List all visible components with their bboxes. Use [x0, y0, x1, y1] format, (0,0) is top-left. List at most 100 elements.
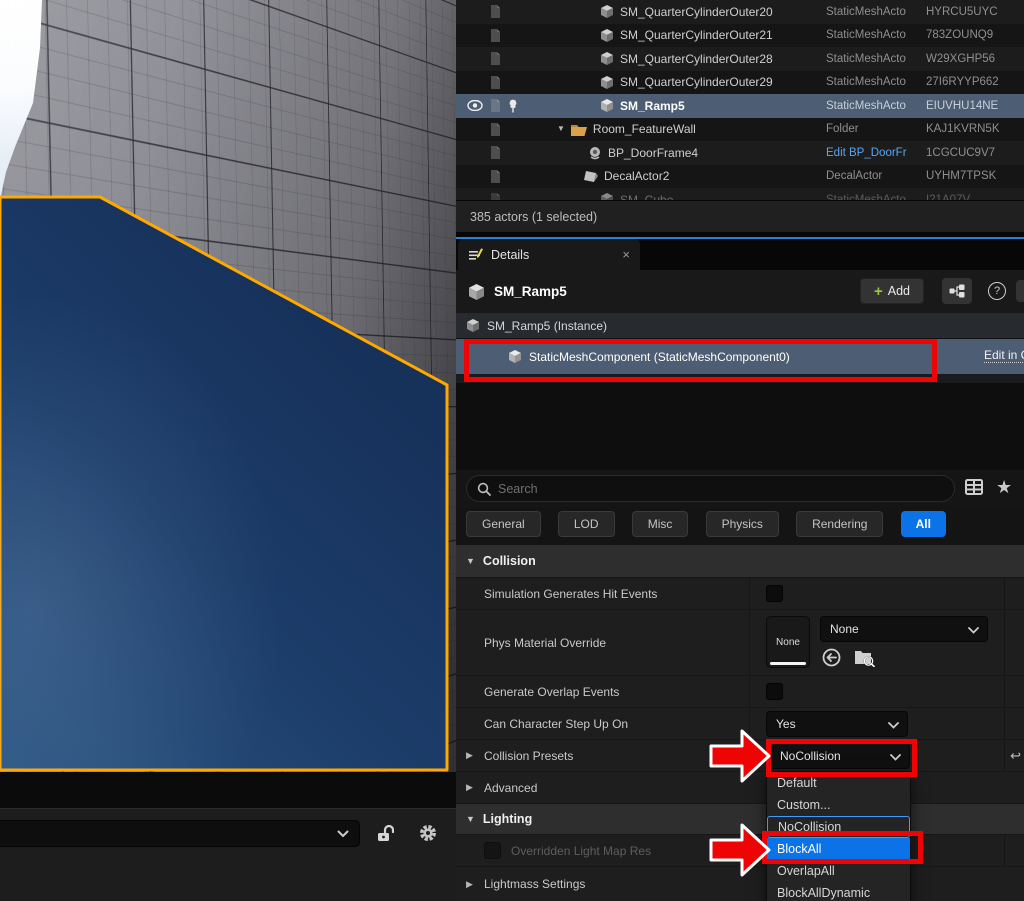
actor-id: 1CGCUC9V7 [926, 147, 1024, 159]
chevron-down-icon [337, 830, 349, 838]
asset-color-bar [770, 662, 806, 665]
prop-label: Simulation Generates Hit Events [484, 587, 657, 601]
static-mesh-icon [468, 284, 485, 300]
prop-row-phys-material: Phys Material Override None None [456, 610, 1024, 676]
close-icon[interactable]: × [622, 247, 630, 262]
caret-right-icon[interactable]: ▶ [466, 782, 476, 793]
step-up-dropdown[interactable]: Yes [766, 711, 908, 737]
menu-item-custom[interactable]: Custom... [767, 794, 910, 816]
filter-tab-misc[interactable]: Misc [632, 511, 689, 537]
section-lighting-label: Lighting [483, 812, 532, 826]
filter-tab-lod[interactable]: LOD [558, 511, 615, 537]
use-selected-asset-icon[interactable] [822, 648, 841, 667]
node-graph-icon [949, 284, 965, 298]
favorites-star-icon[interactable]: ★ [996, 477, 1012, 498]
sim-hit-events-checkbox[interactable] [766, 585, 783, 602]
section-collision-label: Collision [483, 554, 536, 568]
section-collision[interactable]: ▼ Collision [456, 545, 1024, 578]
actor-id: HYRCU5UYC [926, 6, 1024, 18]
caret-down-icon: ▼ [466, 556, 475, 566]
outliner-row-decal[interactable]: DecalActor2 DecalActor UYHM7TPSK [456, 165, 1024, 189]
selected-ramp-mesh[interactable] [0, 0, 456, 772]
static-mesh-icon [600, 29, 614, 42]
static-mesh-icon [466, 319, 480, 332]
outliner-row[interactable]: SM_QuarterCylinderOuter20 StaticMeshActo… [456, 0, 1024, 24]
phys-material-dropdown[interactable]: None [820, 616, 988, 642]
lightmass-label: Lightmass Settings [484, 877, 585, 891]
actor-count-label: 385 actors (1 selected) [470, 210, 597, 224]
caret-right-icon[interactable]: ▶ [466, 750, 476, 761]
outliner-row[interactable]: SM_QuarterCylinderOuter21 StaticMeshActo… [456, 24, 1024, 48]
viewport-3d-scene[interactable] [0, 0, 456, 772]
actor-id: UYHM7TPSK [926, 170, 1024, 182]
light-map-res-checkbox[interactable] [484, 842, 501, 859]
static-mesh-icon [600, 193, 614, 200]
outliner-row-partial[interactable]: SM_Cube StaticMeshActo I21A07V [456, 188, 1024, 200]
caret-right-icon[interactable]: ▶ [466, 879, 476, 890]
gear-icon[interactable] [414, 819, 442, 847]
actor-type: StaticMeshActo [826, 6, 926, 18]
outliner-row-selected[interactable]: SM_Ramp5 StaticMeshActo EIUVHU14NE [456, 94, 1024, 118]
viewport-bottom-bar [0, 808, 456, 901]
menu-item-blockalldynamic[interactable]: BlockAllDynamic [767, 882, 910, 901]
edit-blueprint-link[interactable]: Edit BP_DoorFr [826, 147, 907, 159]
right-dock-panel: SM_QuarterCylinderOuter20 StaticMeshActo… [456, 0, 1024, 901]
actor-name: SM_QuarterCylinderOuter20 [620, 5, 773, 19]
reset-to-default-icon[interactable]: ↩ [1010, 748, 1021, 764]
filter-tab-general[interactable]: General [466, 511, 541, 537]
prop-label: Overridden Light Map Res [511, 844, 651, 858]
document-icon [490, 5, 501, 18]
actor-id: 27I6RYYP662 [926, 76, 1024, 88]
level-viewport[interactable] [0, 0, 456, 901]
phys-material-thumbnail[interactable]: None [766, 616, 810, 668]
expander-caret-icon[interactable]: ▼ [557, 125, 565, 133]
static-mesh-icon [600, 5, 614, 18]
search-field[interactable] [466, 475, 955, 502]
add-component-button[interactable]: + Add [860, 278, 924, 304]
actor-name: SM_Ramp5 [620, 99, 685, 113]
component-root-row[interactable]: SM_Ramp5 (Instance) [456, 313, 1024, 339]
phys-material-value: None [830, 622, 859, 636]
lock-icon[interactable] [371, 819, 399, 847]
help-button[interactable]: ? [984, 278, 1010, 304]
filter-tab-rendering[interactable]: Rendering [796, 511, 883, 537]
outliner-row-folder[interactable]: ▼ Room_FeatureWall Folder KAJ1KVRN5K [456, 118, 1024, 142]
advanced-label: Advanced [484, 781, 537, 795]
details-pencil-icon [468, 247, 483, 262]
browse-to-asset-icon[interactable] [854, 648, 875, 667]
viewport-bottom-dropdown[interactable] [0, 820, 360, 847]
pin-icon[interactable] [508, 99, 518, 113]
clipped-toolbar-button[interactable] [1016, 280, 1024, 302]
help-icon: ? [988, 282, 1006, 300]
annotation-box-blockall [762, 831, 923, 864]
edit-in-cpp-link[interactable]: Edit in C [984, 348, 1024, 363]
filter-tab-physics[interactable]: Physics [706, 511, 779, 537]
document-icon [490, 76, 501, 89]
prop-row-overlap-events: Generate Overlap Events [456, 676, 1024, 708]
document-icon [490, 29, 501, 42]
static-mesh-icon [600, 99, 614, 112]
annotation-arrow-blockall [708, 821, 772, 879]
annotation-arrow-nocollision [708, 727, 772, 785]
document-icon [490, 99, 501, 112]
tab-details[interactable]: Details × [458, 239, 640, 270]
prop-label: Collision Presets [484, 749, 573, 763]
outliner-row[interactable]: SM_QuarterCylinderOuter28 StaticMeshActo… [456, 47, 1024, 71]
filter-tab-all[interactable]: All [901, 511, 946, 537]
outliner-row[interactable]: SM_QuarterCylinderOuter29 StaticMeshActo… [456, 71, 1024, 95]
annotation-box-nocollision [766, 739, 917, 777]
display-filter-button[interactable] [963, 476, 985, 498]
details-search-row: ★ [456, 470, 1024, 507]
overlap-events-checkbox[interactable] [766, 683, 783, 700]
table-icon [963, 476, 985, 498]
selected-actor-title: SM_Ramp5 [494, 284, 567, 299]
actor-type: DecalActor [826, 170, 926, 182]
eye-icon[interactable] [467, 100, 483, 111]
search-input[interactable] [498, 482, 898, 496]
outliner-row-blueprint[interactable]: BP_DoorFrame4 Edit BP_DoorFr 1CGCUC9V7 [456, 141, 1024, 165]
actor-name: SM_Cube [620, 193, 673, 200]
blueprint-graph-button[interactable] [942, 278, 972, 304]
actor-name: DecalActor2 [604, 169, 669, 183]
component-root-label: SM_Ramp5 (Instance) [487, 319, 607, 333]
actor-name: SM_QuarterCylinderOuter21 [620, 28, 773, 42]
